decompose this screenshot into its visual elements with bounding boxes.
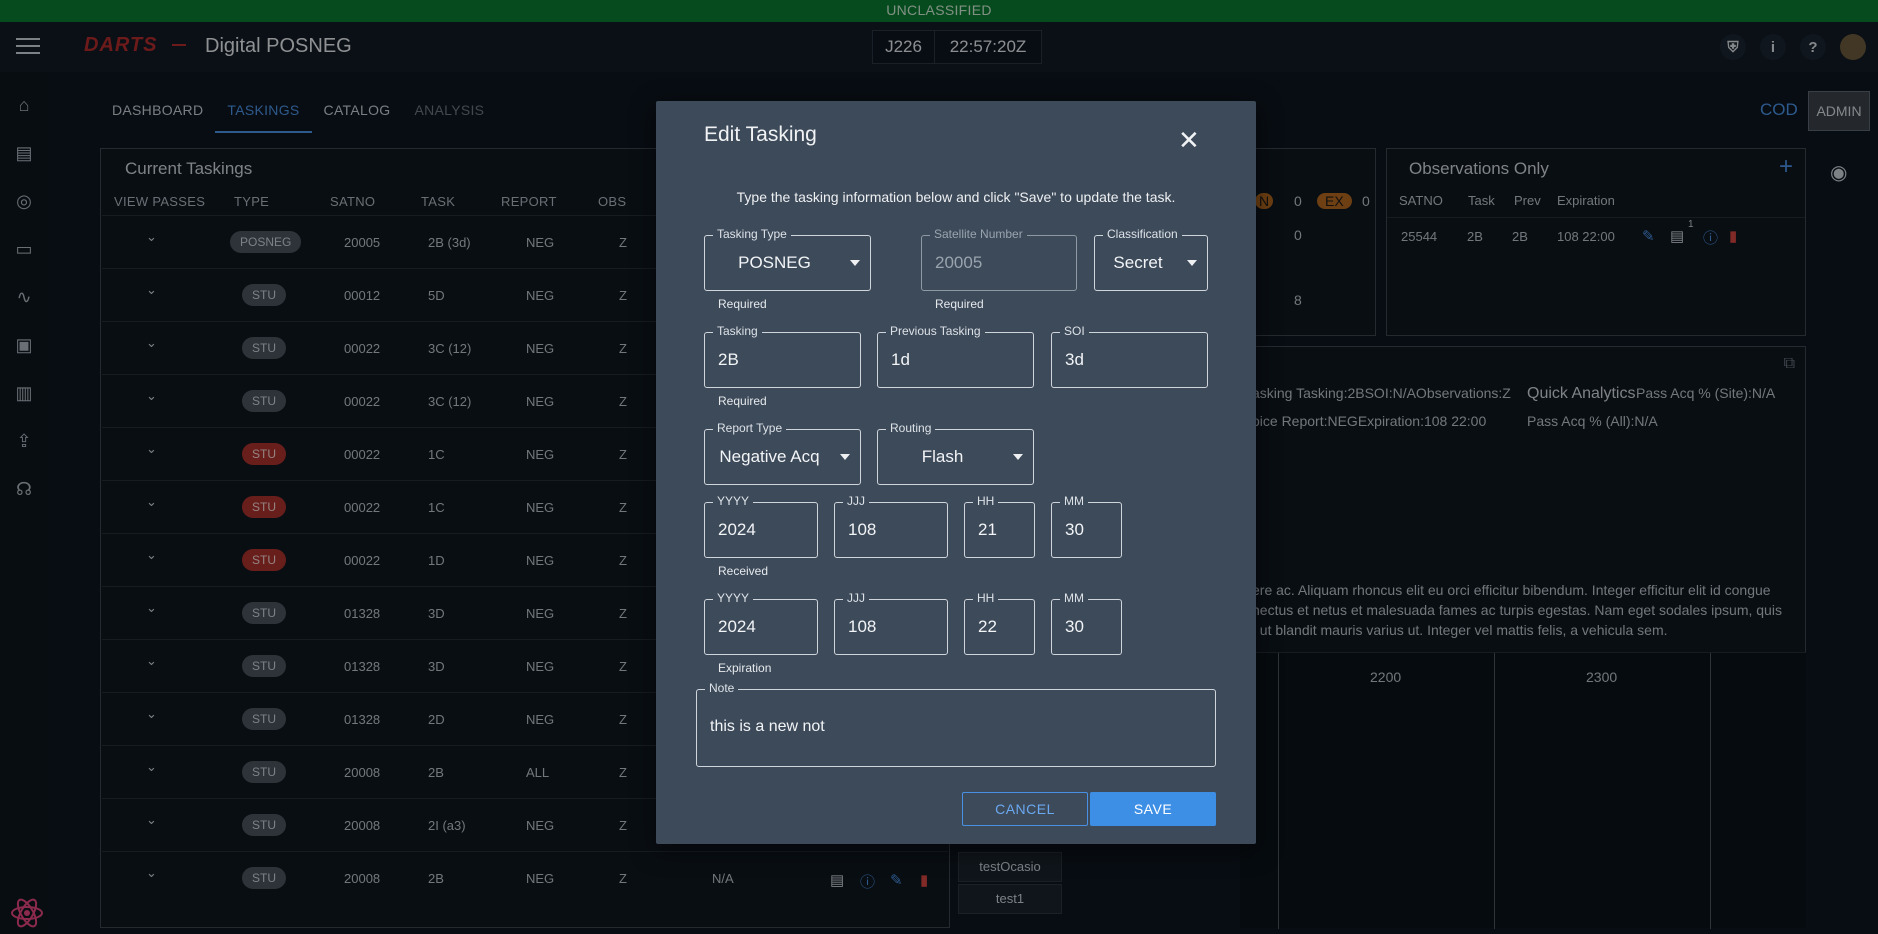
received-year-field[interactable]: YYYY 2024 — [704, 494, 818, 558]
field-label: HH — [973, 494, 999, 508]
helper-text: Required — [718, 394, 767, 408]
field-value: 2024 — [718, 617, 756, 636]
field-value: this is a new not — [710, 718, 825, 735]
routing-select[interactable]: Routing Flash — [877, 421, 1034, 485]
field-label: Tasking Type — [713, 227, 791, 241]
field-label: SOI — [1060, 324, 1089, 338]
field-label: Routing — [886, 421, 936, 435]
field-label: MM — [1060, 591, 1088, 605]
field-label: Tasking — [713, 324, 762, 338]
field-label: Report Type — [713, 421, 787, 435]
received-minute-field[interactable]: MM 30 — [1051, 494, 1122, 558]
field-label: JJJ — [843, 494, 869, 508]
expiration-minute-field[interactable]: MM 30 — [1051, 591, 1122, 655]
save-button[interactable]: SAVE — [1090, 792, 1216, 826]
field-label: Classification — [1103, 227, 1182, 241]
field-value: 3d — [1065, 350, 1084, 369]
classification-select[interactable]: Classification Secret — [1094, 227, 1208, 291]
previous-tasking-field[interactable]: Previous Tasking 1d — [877, 324, 1034, 388]
field-label: Previous Tasking — [886, 324, 985, 338]
expiration-day-field[interactable]: JJJ 108 — [834, 591, 948, 655]
field-label: YYYY — [713, 494, 754, 508]
helper-text: Received — [718, 564, 769, 578]
edit-tasking-dialog: Edit Tasking ✕ Type the tasking informat… — [656, 101, 1256, 844]
close-icon[interactable]: ✕ — [1178, 125, 1200, 156]
helper-text: Required — [935, 297, 984, 311]
expiration-hour-field[interactable]: HH 22 — [964, 591, 1035, 655]
field-value: POSNEG — [738, 253, 811, 272]
field-value: 22 — [978, 617, 997, 636]
field-label: Satellite Number — [930, 227, 1027, 241]
received-day-field[interactable]: JJJ 108 — [834, 494, 948, 558]
dialog-instructions: Type the tasking information below and c… — [736, 189, 1176, 205]
note-textarea[interactable]: Note this is a new not — [696, 681, 1216, 767]
field-label: YYYY — [713, 591, 754, 605]
tasking-type-select[interactable]: Tasking Type POSNEG — [704, 227, 871, 291]
helper-text: Expiration — [718, 661, 772, 675]
field-value: 2024 — [718, 520, 756, 539]
expiration-year-field[interactable]: YYYY 2024 — [704, 591, 818, 655]
field-value: 2B — [718, 350, 739, 369]
received-hour-field[interactable]: HH 21 — [964, 494, 1035, 558]
tasking-field[interactable]: Tasking 2B — [704, 324, 861, 388]
field-value: 1d — [891, 350, 910, 369]
chevron-down-icon — [1013, 454, 1023, 460]
field-value: Flash — [921, 447, 964, 466]
field-value: 108 — [848, 520, 877, 539]
field-label: MM — [1060, 494, 1088, 508]
report-type-select[interactable]: Report Type Negative Acq — [704, 421, 861, 485]
satellite-number-field: Satellite Number 20005 — [921, 227, 1077, 291]
field-value: 30 — [1065, 520, 1084, 539]
chevron-down-icon — [1187, 260, 1197, 266]
chevron-down-icon — [850, 260, 860, 266]
field-value: Secret — [1113, 253, 1163, 272]
field-value: 30 — [1065, 617, 1084, 636]
field-value: 108 — [848, 617, 877, 636]
field-value: 20005 — [935, 253, 983, 272]
cancel-button[interactable]: CANCEL — [962, 792, 1088, 826]
field-value: 21 — [978, 520, 997, 539]
helper-text: Required — [718, 297, 767, 311]
field-label: JJJ — [843, 591, 869, 605]
field-value: Negative Acq — [719, 447, 820, 466]
soi-field[interactable]: SOI 3d — [1051, 324, 1208, 388]
field-label: Note — [705, 681, 739, 695]
chevron-down-icon — [840, 454, 850, 460]
field-label: HH — [973, 591, 999, 605]
dialog-title: Edit Tasking — [704, 123, 817, 146]
